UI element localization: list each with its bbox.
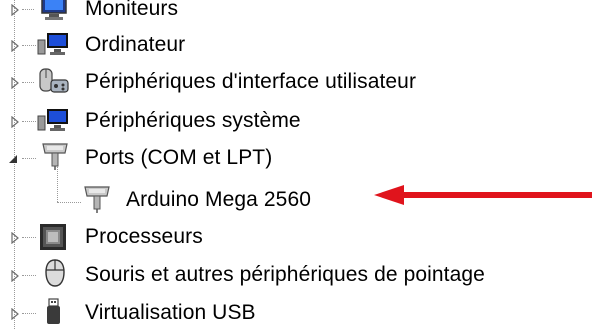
tree-item-label: Périphériques système — [85, 109, 301, 132]
tree-item-ordinateur[interactable]: Ordinateur — [0, 28, 580, 62]
collapse-arrow-icon[interactable] — [6, 152, 20, 166]
mouse-icon — [38, 258, 72, 288]
system-devices-icon — [36, 106, 70, 136]
processor-icon — [36, 222, 70, 252]
tree-item-label: Ordinateur — [85, 33, 186, 56]
tree-item-virtualisation-usb[interactable]: Virtualisation USB — [0, 296, 580, 330]
annotation-arrow-icon — [374, 185, 592, 205]
expand-arrow-icon[interactable] — [8, 39, 22, 53]
expand-arrow-icon[interactable] — [8, 3, 22, 17]
computer-icon — [36, 30, 70, 60]
tree-item-label: Moniteurs — [85, 0, 179, 20]
tree-item-peripheriques-interface[interactable]: Périphériques d'interface utilisateur — [0, 65, 580, 99]
tree-item-label: Périphériques d'interface utilisateur — [85, 70, 417, 93]
tree-item-label: Processeurs — [85, 225, 203, 248]
tree-item-label: Arduino Mega 2560 — [126, 188, 311, 211]
tree-item-peripheriques-systeme[interactable]: Périphériques système — [0, 104, 580, 138]
expand-arrow-icon[interactable] — [8, 269, 22, 283]
expand-arrow-icon[interactable] — [8, 115, 22, 129]
tree-item-moniteurs[interactable]: Moniteurs — [0, 0, 580, 26]
port-icon — [80, 184, 114, 214]
port-icon — [38, 141, 72, 171]
hid-icon — [36, 66, 70, 96]
expand-arrow-icon[interactable] — [8, 307, 22, 321]
tree-item-label: Virtualisation USB — [85, 301, 256, 324]
tree-item-ports[interactable]: Ports (COM et LPT) — [0, 141, 580, 175]
expand-arrow-icon[interactable] — [8, 231, 22, 245]
device-tree: Moniteurs Ordinateur Périphériques d'int… — [0, 0, 592, 329]
tree-item-souris[interactable]: Souris et autres périphériques de pointa… — [0, 258, 580, 292]
usb-icon — [36, 297, 70, 327]
tree-item-label: Souris et autres périphériques de pointa… — [85, 263, 485, 286]
tree-item-processeurs[interactable]: Processeurs — [0, 220, 580, 254]
expand-arrow-icon[interactable] — [8, 76, 22, 90]
monitor-icon — [38, 0, 72, 23]
tree-item-label: Ports (COM et LPT) — [85, 146, 273, 169]
